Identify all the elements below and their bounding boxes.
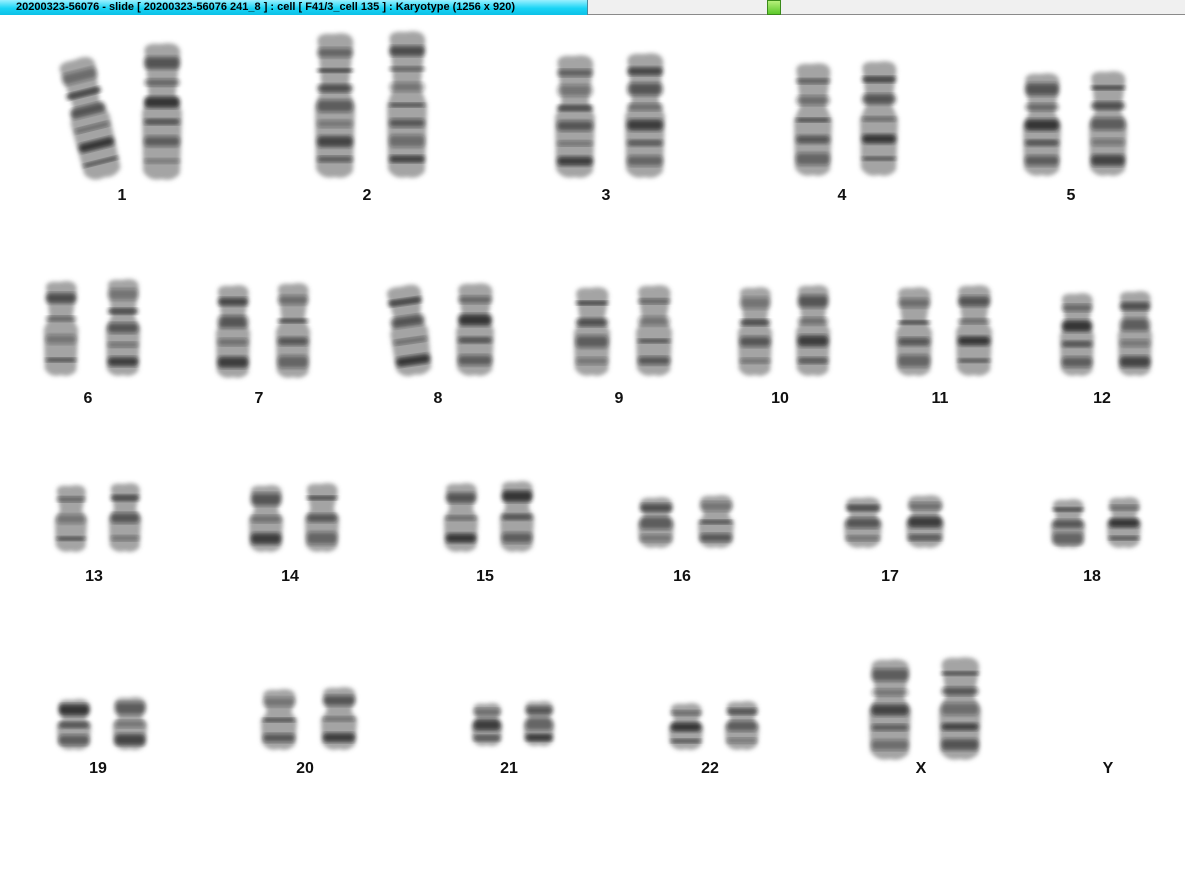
chromosome-label: 3 [601, 187, 611, 204]
chromosome-label: 16 [673, 568, 691, 585]
chromatid-shape [795, 285, 831, 376]
chromatid-shape [844, 497, 882, 548]
chromosome-label: 8 [433, 390, 443, 407]
chromatid-shape [737, 287, 773, 376]
chromatid-shape [142, 43, 182, 180]
chromatid-shape [1059, 293, 1095, 376]
chromosome-pair-image [59, 43, 182, 180]
chromatid-shape [724, 701, 760, 750]
chromosome-pair-image [895, 285, 993, 376]
chromosome-pair-image [1023, 71, 1127, 176]
chromosome-label: 2 [362, 187, 372, 204]
chromatid-shape [869, 659, 911, 760]
chromosome-pair-image [869, 657, 981, 760]
chromosome-label: Y [1102, 760, 1114, 777]
chromatid-shape [1023, 73, 1061, 176]
chromosome-label: 15 [476, 568, 494, 585]
window-title-bar: 20200323-56076 - slide [ 20200323-56076 … [0, 0, 1185, 15]
chromosome-label: 5 [1066, 187, 1076, 204]
chromatid-shape [59, 56, 121, 180]
chromatid-shape [387, 31, 427, 178]
chromatid-shape [471, 703, 503, 746]
chromatid-shape [939, 657, 981, 760]
chromosome-pair-image [56, 697, 148, 750]
karyotype-panel: 1 2 3 4 5 6 7 8 9 10 11 12 13 14 15 16 17 18 19 20 21 22 X Y [0, 16, 1185, 880]
chromosome-label: 1 [117, 187, 127, 204]
chromosome-label: 22 [701, 760, 719, 777]
chromatid-shape [386, 284, 432, 377]
chromosome-label: 18 [1083, 568, 1101, 585]
chromosome-pair-image [668, 701, 760, 750]
chromatid-shape [320, 687, 358, 750]
status-indicator [767, 0, 781, 15]
chromosome-pair-image [471, 701, 555, 746]
chromosome-label: 4 [837, 187, 847, 204]
chromatid-shape [56, 699, 92, 750]
chromosome-pair-image [794, 61, 898, 176]
chromatid-shape [443, 483, 479, 552]
chromosome-pair-image [54, 483, 142, 552]
chromatid-shape [860, 61, 898, 176]
chromosome-pair-image [844, 495, 944, 548]
chromatid-shape [54, 485, 88, 552]
chromatid-shape [105, 279, 141, 376]
chromatid-shape [697, 495, 735, 548]
chromosome-pair-image [386, 283, 494, 377]
chromatid-shape [248, 485, 284, 552]
chromatid-shape [906, 495, 944, 548]
chromosome-label: 6 [83, 390, 93, 407]
chromosome-pair-image [555, 53, 665, 178]
chromosome-label: 19 [89, 760, 107, 777]
chromatid-shape [108, 483, 142, 552]
chromatid-shape [1106, 497, 1142, 548]
chromosome-label: 12 [1093, 390, 1111, 407]
chromatid-shape [794, 63, 832, 176]
chromosome-pair-image [443, 481, 535, 552]
chromosome-pair-image [315, 31, 427, 178]
chromosome-pair-image [573, 285, 673, 376]
chromatid-shape [1089, 71, 1127, 176]
chromatid-shape [637, 497, 675, 548]
chromosome-label: 17 [881, 568, 899, 585]
chromatid-shape [523, 701, 555, 746]
chromosome-label: 11 [931, 390, 949, 407]
chromatid-shape [112, 697, 148, 750]
chromosome-pair-image [637, 495, 735, 548]
chromatid-shape [1117, 291, 1153, 376]
chromosome-label: 10 [771, 390, 789, 407]
chromosome-label: 9 [614, 390, 624, 407]
chromatid-shape [260, 689, 298, 750]
chromosome-pair-image [737, 285, 831, 376]
chromosome-label: 20 [296, 760, 314, 777]
chromatid-shape [668, 703, 704, 750]
chromosome-pair-image [215, 283, 311, 378]
chromatid-shape [555, 55, 595, 178]
chromatid-shape [955, 285, 993, 376]
chromatid-shape [275, 283, 311, 378]
chromatid-shape [625, 53, 665, 178]
chromosome-label: 13 [85, 568, 103, 585]
window-title: 20200323-56076 - slide [ 20200323-56076 … [0, 0, 588, 15]
chromosome-pair-image [260, 687, 358, 750]
chromosome-pair-image [248, 483, 340, 552]
chromosome-label: 14 [281, 568, 299, 585]
chromosome-label: 21 [500, 760, 518, 777]
chromosome-pair-image [43, 279, 141, 376]
chromosome-label: X [915, 760, 927, 777]
chromatid-shape [499, 481, 535, 552]
chromatid-shape [573, 287, 611, 376]
chromatid-shape [456, 283, 494, 376]
chromosome-pair-image [1059, 291, 1153, 376]
chromatid-shape [895, 287, 933, 376]
chromatid-shape [43, 281, 79, 376]
chromatid-shape [1050, 499, 1086, 548]
chromosome-pair-image [1050, 497, 1142, 548]
chromatid-shape [315, 33, 355, 178]
chromatid-shape [304, 483, 340, 552]
chromatid-shape [215, 285, 251, 378]
chromosome-label: 7 [254, 390, 264, 407]
chromatid-shape [635, 285, 673, 376]
